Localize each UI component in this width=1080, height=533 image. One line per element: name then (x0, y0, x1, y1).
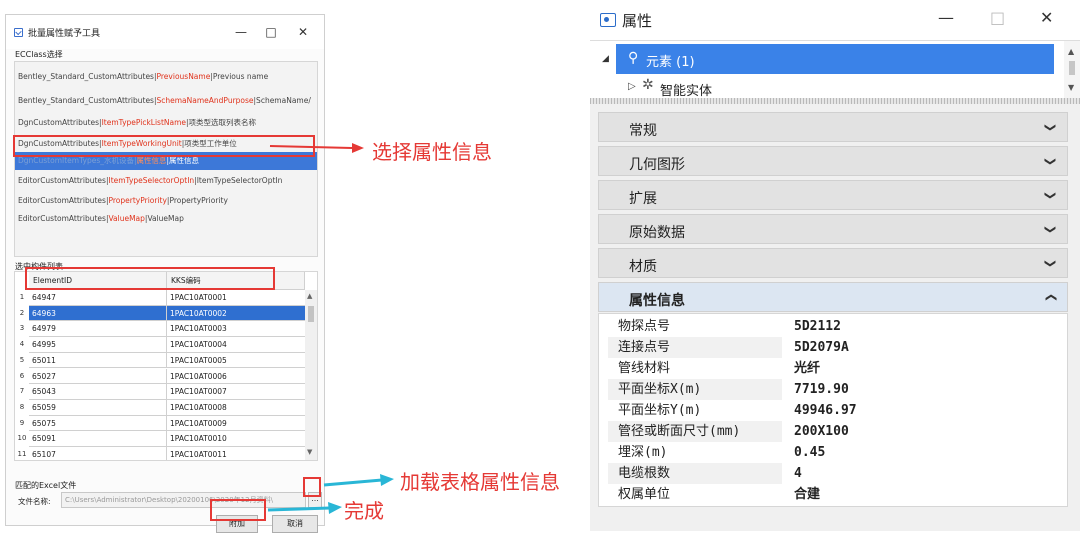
smart-solid-icon: ✲ (642, 77, 654, 93)
property-key: 权属单位 (618, 487, 671, 502)
panel-title: 属性 (622, 12, 653, 30)
property-row[interactable]: 管径或断面尺寸(mm) 200X100 (608, 421, 1058, 442)
section-geometry[interactable]: 几何图形 ❯ (598, 146, 1068, 176)
property-row[interactable]: 平面坐标Y(m) 49946.97 (608, 400, 1058, 421)
properties-panel: 属性 — □ ✕ ◢ ⚲ 元素 (1) ▷ ✲ 智能实体 ▲ ▼ 常规 ❯ 几何… (590, 0, 1080, 531)
property-key: 平面坐标Y(m) (618, 403, 702, 418)
property-value[interactable]: 49946.97 (784, 400, 1056, 421)
property-value[interactable]: 5D2112 (784, 316, 1056, 337)
chevron-down-icon[interactable]: ❯ (1044, 191, 1057, 200)
property-key: 管线材料 (618, 361, 671, 376)
property-row[interactable]: 电缆根数 4 (608, 463, 1058, 484)
property-key: 埋深(m) (618, 445, 668, 460)
arrow-select-head (352, 143, 364, 153)
section-label: 扩展 (629, 191, 657, 207)
property-key: 管径或断面尺寸(mm) (608, 421, 782, 442)
section-extended[interactable]: 扩展 ❯ (598, 180, 1068, 210)
tree-item-smart-solid[interactable]: 智能实体 (660, 80, 712, 99)
property-row[interactable]: 权属单位 合建 (608, 484, 1058, 505)
section-general[interactable]: 常规 ❯ (598, 112, 1068, 142)
property-value[interactable]: 7719.90 (784, 379, 1056, 400)
annotation-load-table: 加载表格属性信息 (400, 470, 560, 494)
scroll-thumb[interactable] (1069, 61, 1075, 75)
property-value[interactable]: 4 (784, 463, 1056, 484)
property-row[interactable]: 连接点号 5D2079A (608, 337, 1058, 358)
section-label: 材质 (629, 259, 657, 275)
property-value[interactable]: 0.45 (784, 442, 1056, 463)
section-label: 几何图形 (629, 157, 685, 173)
section-label: 原始数据 (629, 225, 685, 241)
property-key: 连接点号 (608, 337, 782, 358)
property-key: 电缆根数 (608, 463, 782, 484)
chevron-down-icon[interactable]: ❯ (1044, 225, 1057, 234)
tree-item-elements[interactable]: 元素 (1) (646, 51, 695, 70)
properties-icon (600, 13, 616, 27)
arrow-done-line (267, 506, 331, 512)
arrow-load-head (380, 474, 394, 486)
section-attribute-info[interactable]: 属性信息 ❯ (598, 282, 1068, 312)
section-label: 常规 (629, 123, 657, 139)
property-value[interactable]: 200X100 (784, 421, 1056, 442)
tree-scrollbar[interactable]: ▲ ▼ (1064, 41, 1080, 99)
property-value[interactable]: 光纤 (784, 358, 1056, 379)
panel-titlebar: 属性 — □ ✕ (590, 0, 1080, 40)
element-icon: ⚲ (628, 50, 639, 66)
arrow-load-line (323, 478, 383, 487)
scroll-down-icon[interactable]: ▼ (1068, 83, 1074, 92)
panel-splitter[interactable] (590, 98, 1080, 104)
panel-close-button[interactable]: ✕ (1040, 8, 1053, 27)
annotation-select-attr: 选择属性信息 (372, 140, 492, 164)
property-row[interactable]: 管线材料 光纤 (608, 358, 1058, 379)
panel-maximize-button[interactable]: □ (990, 8, 1005, 27)
panel-minimize-button[interactable]: — (938, 8, 954, 27)
chevron-down-icon[interactable]: ❯ (1044, 157, 1057, 166)
chevron-down-icon[interactable]: ❯ (1044, 123, 1057, 132)
element-tree: ◢ ⚲ 元素 (1) ▷ ✲ 智能实体 ▲ ▼ (590, 40, 1080, 99)
arrow-select-line (269, 145, 353, 149)
section-raw-data[interactable]: 原始数据 ❯ (598, 214, 1068, 244)
arrow-done-head (328, 502, 342, 514)
expand-icon[interactable]: ▷ (628, 81, 636, 92)
section-material[interactable]: 材质 ❯ (598, 248, 1068, 278)
section-label: 属性信息 (629, 293, 685, 309)
chevron-down-icon[interactable]: ❯ (1044, 259, 1057, 268)
property-key: 平面坐标X(m) (608, 379, 782, 400)
property-value[interactable]: 5D2079A (784, 337, 1056, 358)
property-key: 物探点号 (618, 319, 671, 334)
property-row[interactable]: 埋深(m) 0.45 (608, 442, 1058, 463)
annotation-done: 完成 (344, 499, 384, 523)
collapse-icon[interactable]: ◢ (602, 54, 609, 64)
scroll-up-icon[interactable]: ▲ (1068, 47, 1074, 56)
chevron-up-icon[interactable]: ❯ (1044, 293, 1057, 302)
property-row[interactable]: 平面坐标X(m) 7719.90 (608, 379, 1058, 400)
property-value[interactable]: 合建 (784, 484, 1056, 505)
property-row[interactable]: 物探点号 5D2112 (608, 316, 1058, 337)
